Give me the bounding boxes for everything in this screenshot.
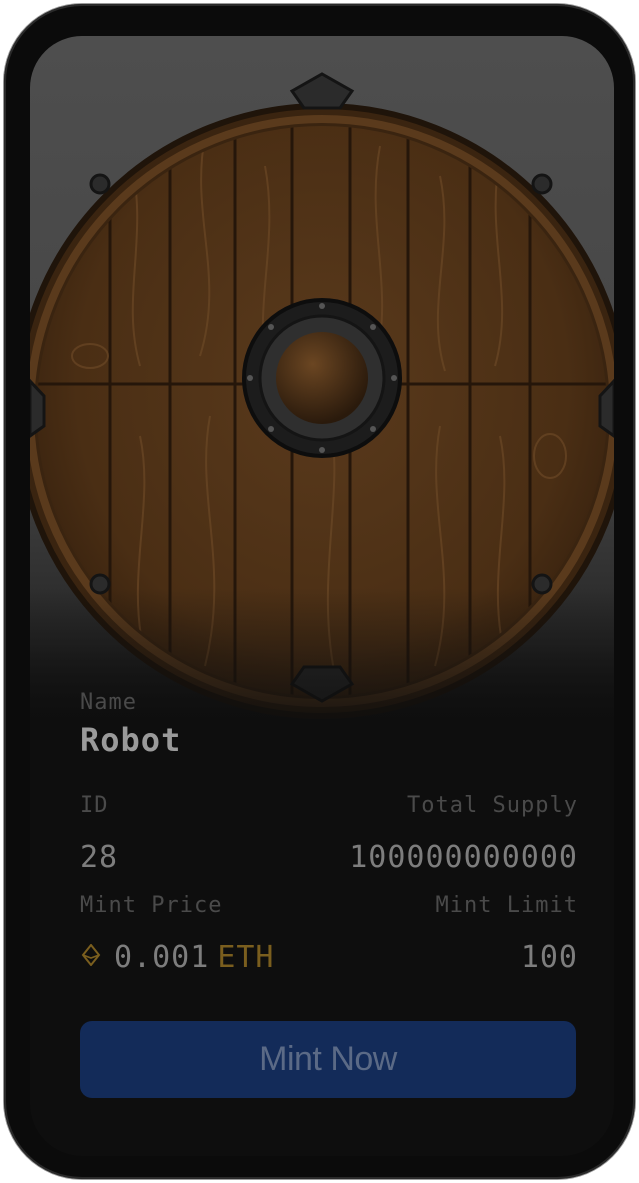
price-limit-value-row: 0.001 ETH 100 [80,940,578,975]
mint-price-unit: ETH [217,940,275,975]
nft-image [30,36,614,726]
id-label: ID [80,793,109,818]
phone-frame: Name Robot ID Total Supply 28 1000000000… [4,4,635,1179]
name-label: Name [80,690,137,715]
ethereum-icon [81,943,101,966]
mint-price-label: Mint Price [80,893,223,918]
mint-price-value: 0.001 [114,940,210,975]
id-value: 28 [80,840,119,875]
id-supply-label-row: ID Total Supply [80,793,578,818]
mint-now-button[interactable]: Mint Now [80,1021,576,1098]
total-supply-label: Total Supply [407,793,578,818]
id-supply-value-row: 28 100000000000 [80,840,578,875]
mint-price: 0.001 ETH [80,940,275,975]
nft-name: Robot [80,721,182,759]
total-supply-value: 100000000000 [349,840,578,875]
nft-details: Name Robot ID Total Supply 28 1000000000… [80,690,578,975]
price-limit-label-row: Mint Price Mint Limit [80,893,578,918]
mint-limit-label: Mint Limit [435,893,578,918]
mint-limit-value: 100 [520,940,578,975]
nft-card [30,36,614,1156]
shield-image [30,36,614,726]
